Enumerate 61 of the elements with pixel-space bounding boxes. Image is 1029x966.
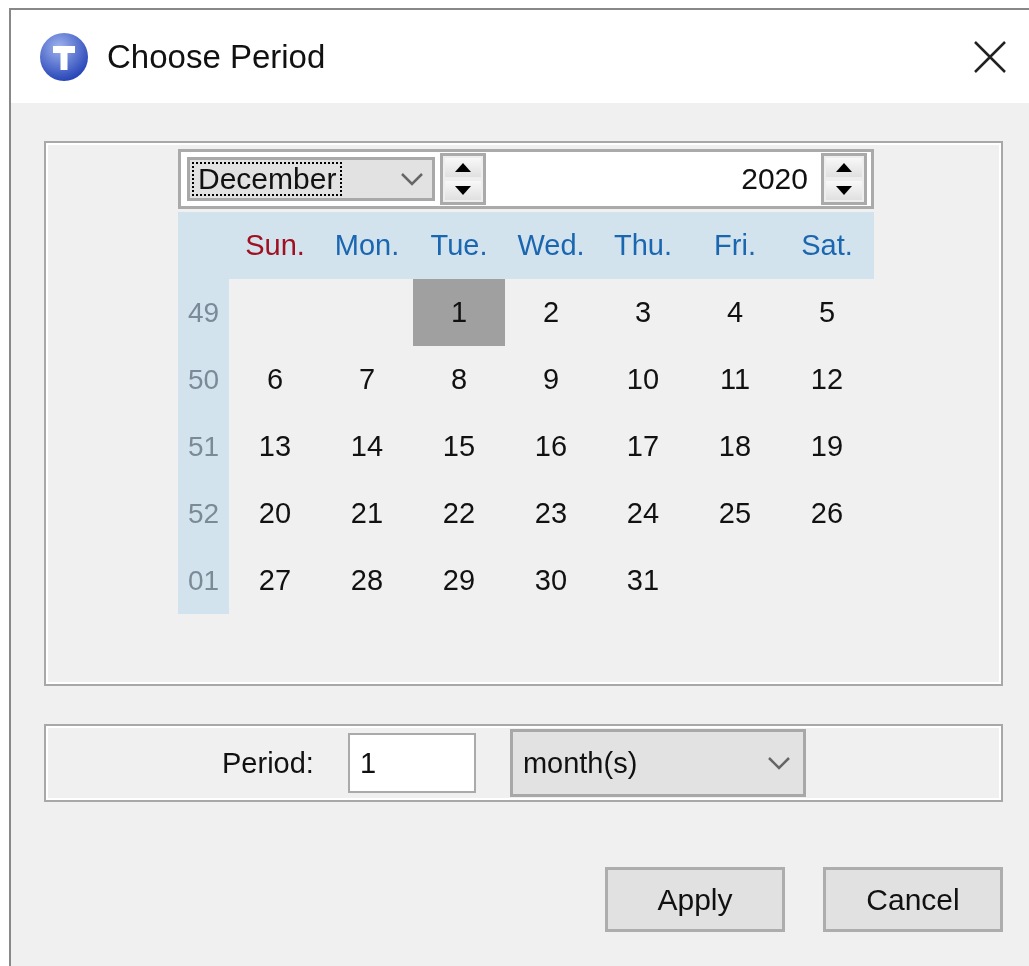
day-cell[interactable]: 11	[689, 346, 781, 413]
day-cell[interactable]: 16	[505, 413, 597, 480]
day-cell[interactable]: 7	[321, 346, 413, 413]
weekday-header: Sat.	[800, 228, 854, 263]
chevron-down-icon	[766, 756, 791, 770]
day-cell[interactable]: 17	[597, 413, 689, 480]
week-number: 01	[178, 547, 229, 614]
day-cell[interactable]: 27	[229, 547, 321, 614]
period-input[interactable]: 1	[347, 733, 476, 793]
day-cell[interactable]: 21	[321, 480, 413, 547]
day-cell[interactable]: 18	[689, 413, 781, 480]
up-arrow-icon	[455, 162, 471, 173]
period-label: Period:	[222, 746, 314, 780]
day-cell[interactable]: 15	[413, 413, 505, 480]
day-cell[interactable]: 8	[413, 346, 505, 413]
day-cell[interactable]: 2	[505, 279, 597, 346]
week-number: 49	[178, 279, 229, 346]
year-field[interactable]: 2020	[491, 162, 816, 196]
week-number: 51	[178, 413, 229, 480]
weekday-header: Thu.	[613, 228, 673, 263]
weekday-header: Tue.	[429, 228, 489, 263]
app-logo-icon	[39, 31, 89, 82]
day-cell[interactable]: 28	[321, 547, 413, 614]
day-cell[interactable]: 13	[229, 413, 321, 480]
month-dropdown[interactable]: December	[187, 157, 435, 201]
month-spinner[interactable]	[440, 153, 486, 205]
year-spinner[interactable]	[821, 153, 867, 205]
day-cell[interactable]: 19	[781, 413, 873, 480]
day-cell[interactable]: 9	[505, 346, 597, 413]
down-arrow-icon	[836, 185, 852, 196]
week-number: 52	[178, 480, 229, 547]
chevron-down-icon	[400, 172, 424, 186]
apply-button[interactable]: Apply	[605, 867, 785, 932]
day-cell[interactable]: 31	[597, 547, 689, 614]
day-cell[interactable]: 30	[505, 547, 597, 614]
day-cell[interactable]: 12	[781, 346, 873, 413]
up-arrow-icon	[836, 162, 852, 173]
day-cell[interactable]: 1	[413, 279, 505, 346]
unit-dropdown[interactable]: month(s)	[509, 729, 806, 797]
weekday-header: Wed.	[516, 228, 586, 263]
day-cell[interactable]: 29	[413, 547, 505, 614]
weekday-header: Sun.	[244, 228, 306, 263]
down-arrow-icon	[455, 185, 471, 196]
weekday-header: Fri.	[713, 228, 757, 263]
day-cell[interactable]: 24	[597, 480, 689, 547]
day-cell[interactable]: 14	[321, 413, 413, 480]
weekday-header: Mon.	[333, 228, 401, 263]
day-cell[interactable]: 25	[689, 480, 781, 547]
cancel-button[interactable]: Cancel	[823, 867, 1003, 932]
week-number: 50	[178, 346, 229, 413]
day-cell[interactable]: 3	[597, 279, 689, 346]
window-title: Choose Period	[107, 37, 327, 76]
day-cell[interactable]: 23	[505, 480, 597, 547]
day-cell[interactable]: 22	[413, 480, 505, 547]
day-cell[interactable]: 6	[229, 346, 321, 413]
close-icon[interactable]	[973, 39, 1007, 74]
day-cell[interactable]: 20	[229, 480, 321, 547]
day-cell[interactable]: 5	[781, 279, 873, 346]
day-cell[interactable]: 26	[781, 480, 873, 547]
day-cell[interactable]: 4	[689, 279, 781, 346]
day-cell[interactable]: 10	[597, 346, 689, 413]
